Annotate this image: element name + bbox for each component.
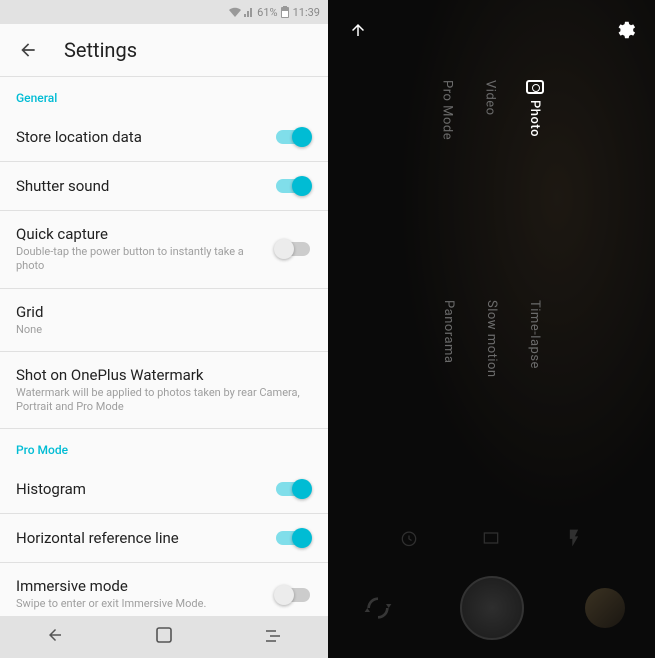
setting-label: Shutter sound — [16, 177, 274, 195]
setting-grid[interactable]: Grid None — [0, 289, 328, 351]
mode-panorama[interactable]: Panorama — [441, 300, 456, 378]
camera-icon — [526, 80, 544, 94]
nav-home-icon — [156, 627, 172, 643]
toggle-histogram[interactable] — [274, 479, 312, 499]
camera-bottom-bar — [328, 518, 655, 658]
toggle-shutter-sound[interactable] — [274, 176, 312, 196]
nav-home-button[interactable] — [136, 619, 192, 655]
back-button[interactable] — [16, 38, 40, 62]
setting-histogram[interactable]: Histogram — [0, 465, 328, 513]
toggle-store-location[interactable] — [274, 127, 312, 147]
status-icons: 61% — [229, 6, 288, 19]
camera-top-bar — [328, 0, 655, 60]
camera-settings-button[interactable] — [613, 18, 637, 42]
setting-label: Histogram — [16, 480, 274, 498]
camera-modes-primary: Pro Mode Video Photo — [440, 80, 544, 140]
battery-text: 61% — [257, 6, 277, 19]
mode-video[interactable]: Video — [483, 80, 498, 116]
battery-icon — [281, 6, 289, 18]
mode-timelapse[interactable]: Time-lapse — [527, 300, 542, 378]
setting-label: Immersive mode — [16, 577, 274, 595]
camera-up-button[interactable] — [346, 18, 370, 42]
aspect-icon[interactable] — [481, 528, 501, 548]
mode-pro[interactable]: Pro Mode — [440, 80, 455, 140]
section-general: General — [0, 77, 328, 113]
setting-horizontal-ref[interactable]: Horizontal reference line — [0, 514, 328, 562]
status-time: 11:39 — [293, 6, 320, 19]
nav-recents-icon — [264, 629, 282, 643]
camera-shutter-row — [328, 558, 655, 658]
setting-store-location[interactable]: Store location data — [0, 113, 328, 161]
setting-quick-capture[interactable]: Quick capture Double-tap the power butto… — [0, 211, 328, 288]
timer-icon[interactable] — [399, 528, 419, 548]
mode-slowmo[interactable]: Slow motion — [484, 300, 499, 378]
mode-photo[interactable]: Photo — [526, 80, 544, 137]
setting-label: Shot on OnePlus Watermark — [16, 366, 312, 384]
switch-camera-button[interactable] — [358, 588, 398, 628]
setting-sub: None — [16, 323, 312, 337]
setting-shutter-sound[interactable]: Shutter sound — [0, 162, 328, 210]
mode-photo-label: Photo — [527, 100, 542, 137]
setting-sub: Double-tap the power button to instantly… — [16, 245, 274, 274]
shutter-button[interactable] — [460, 576, 524, 640]
arrow-up-icon — [349, 21, 367, 39]
settings-pane: 61% 11:39 Settings General Store locatio… — [0, 0, 328, 658]
nav-back-button[interactable] — [26, 618, 84, 656]
app-bar: Settings — [0, 24, 328, 76]
flash-icon[interactable] — [564, 528, 584, 548]
section-pro: Pro Mode — [0, 429, 328, 465]
arrow-left-icon — [18, 40, 38, 60]
setting-label: Horizontal reference line — [16, 529, 274, 547]
status-bar: 61% 11:39 — [0, 0, 328, 24]
setting-label: Grid — [16, 303, 312, 321]
setting-sub: Swipe to enter or exit Immersive Mode. — [16, 597, 274, 611]
wifi-icon — [229, 7, 241, 17]
setting-watermark[interactable]: Shot on OnePlus Watermark Watermark will… — [0, 352, 328, 429]
camera-modes-secondary: Panorama Slow motion Time-lapse — [441, 300, 542, 378]
setting-sub: Watermark will be applied to photos take… — [16, 386, 312, 415]
camera-pane: Pro Mode Video Photo Panorama Slow motio… — [328, 0, 655, 658]
page-title: Settings — [64, 38, 137, 62]
nav-back-icon — [46, 626, 64, 644]
switch-camera-icon — [362, 592, 394, 624]
toggle-immersive[interactable] — [274, 585, 312, 605]
setting-label: Store location data — [16, 128, 274, 146]
camera-quick-row — [328, 518, 655, 558]
settings-list[interactable]: General Store location data Shutter soun… — [0, 76, 328, 616]
gallery-thumbnail[interactable] — [585, 588, 625, 628]
toggle-horizontal-ref[interactable] — [274, 528, 312, 548]
signal-icon — [244, 7, 254, 17]
nav-recents-button[interactable] — [244, 620, 302, 655]
gear-icon — [614, 19, 636, 41]
setting-label: Quick capture — [16, 225, 274, 243]
toggle-quick-capture[interactable] — [274, 239, 312, 259]
navigation-bar — [0, 616, 328, 658]
setting-immersive[interactable]: Immersive mode Swipe to enter or exit Im… — [0, 563, 328, 616]
